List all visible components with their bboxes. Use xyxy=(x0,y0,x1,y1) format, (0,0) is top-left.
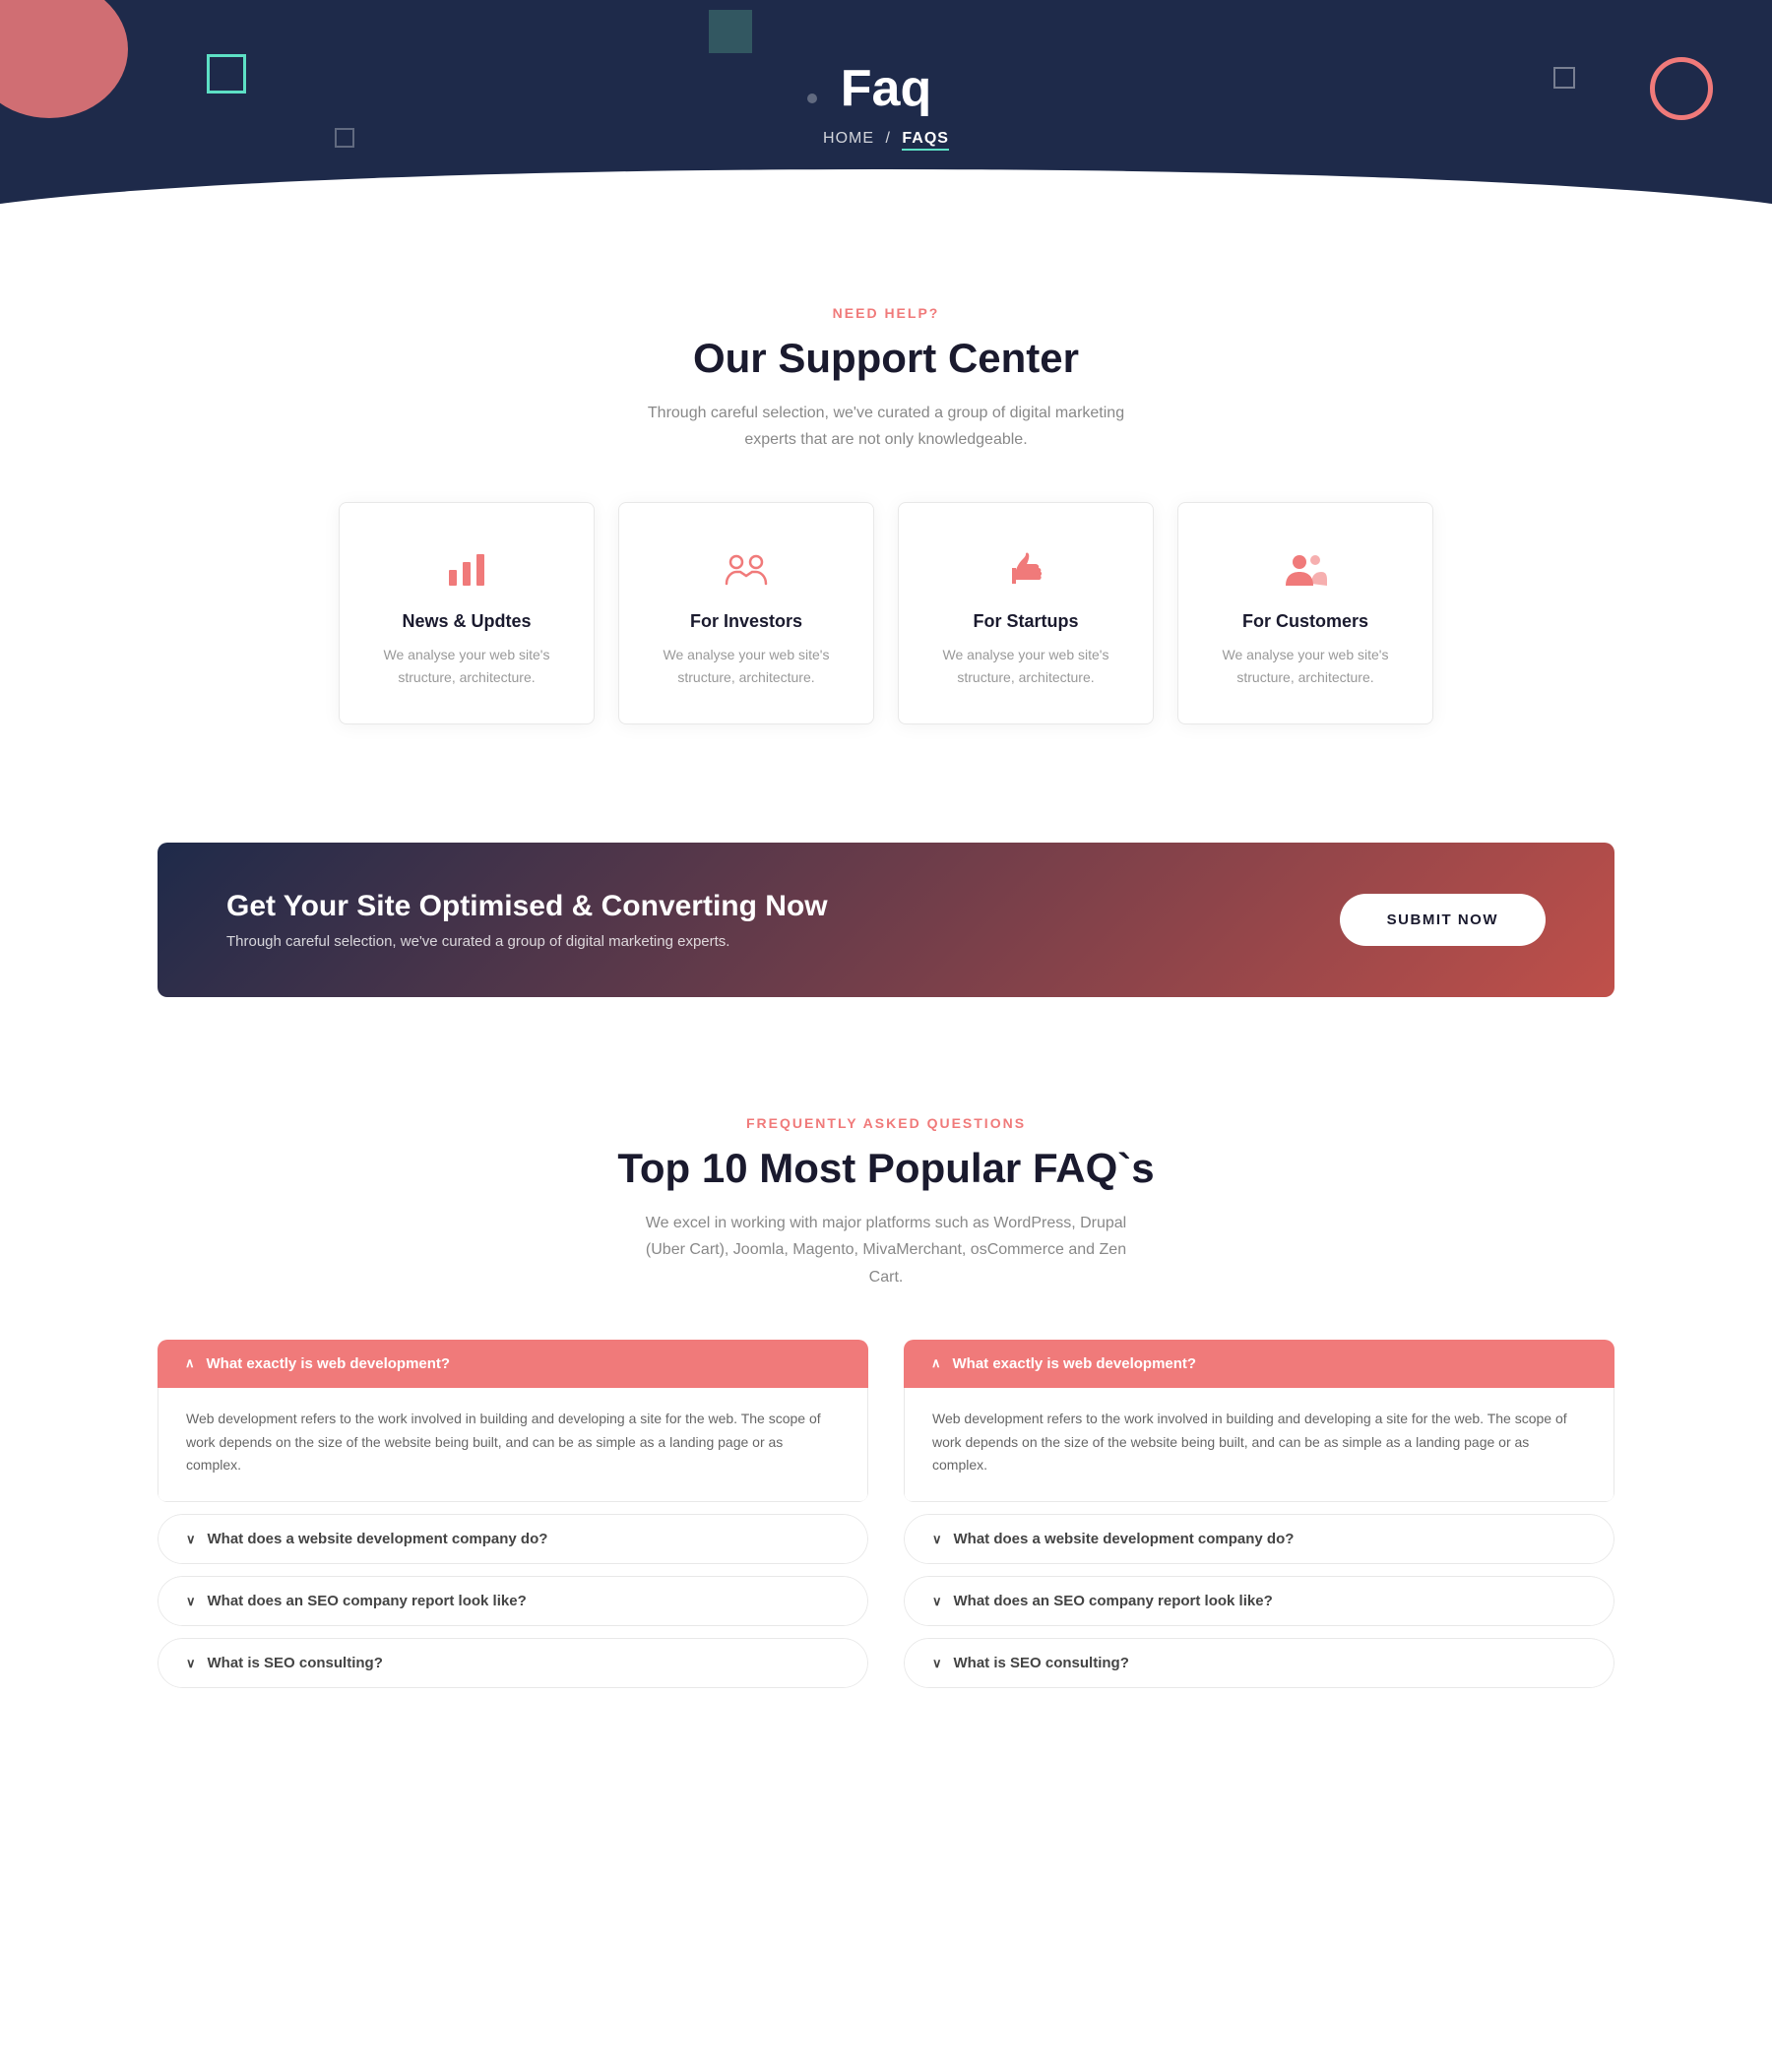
faq-item: ∨ What does an SEO company report look li… xyxy=(904,1576,1614,1626)
card-startups: For Startups We analyse your web site's … xyxy=(898,502,1154,724)
faq-question: What does an SEO company report look lik… xyxy=(208,1593,527,1609)
handshake-icon xyxy=(647,546,846,594)
support-eyebrow: NEED HELP? xyxy=(158,305,1614,321)
faq-answer: Web development refers to the work invol… xyxy=(904,1388,1614,1502)
faq-header[interactable]: ∨ What is SEO consulting? xyxy=(158,1638,868,1688)
breadcrumb-home[interactable]: HOME xyxy=(823,130,874,147)
faq-chevron-icon: ∨ xyxy=(186,1594,196,1609)
deco-dot xyxy=(807,94,817,103)
faq-item: ∧ What exactly is web development? Web dev… xyxy=(904,1340,1614,1502)
faq-question: What is SEO consulting? xyxy=(954,1655,1129,1671)
card-customers-title: For Customers xyxy=(1206,611,1405,632)
hero-header: Faq HOME / FAQS xyxy=(0,0,1772,226)
faq-eyebrow: FREQUENTLY ASKED QUESTIONS xyxy=(158,1115,1614,1131)
card-investors-desc: We analyse your web site's structure, ar… xyxy=(647,644,846,688)
faq-header[interactable]: ∨ What does a website development company… xyxy=(904,1514,1614,1564)
faq-desc: We excel in working with major platforms… xyxy=(640,1210,1132,1290)
breadcrumb: HOME / FAQS xyxy=(0,130,1772,148)
cta-subtext: Through careful selection, we've curated… xyxy=(226,933,1340,950)
faq-section: FREQUENTLY ASKED QUESTIONS Top 10 Most P… xyxy=(0,1056,1772,1779)
users-icon xyxy=(1206,546,1405,594)
faq-question: What does a website development company … xyxy=(208,1531,548,1547)
faq-chevron-icon: ∨ xyxy=(186,1532,196,1547)
faq-col-left: ∧ What exactly is web development? Web dev… xyxy=(158,1340,868,1700)
faq-title: Top 10 Most Popular FAQ`s xyxy=(158,1145,1614,1192)
support-section: NEED HELP? Our Support Center Through ca… xyxy=(0,226,1772,784)
bar-chart-icon xyxy=(367,546,566,594)
deco-square-dark xyxy=(709,10,752,53)
card-customers: For Customers We analyse your web site's… xyxy=(1177,502,1433,724)
card-investors-title: For Investors xyxy=(647,611,846,632)
faq-question: What does an SEO company report look lik… xyxy=(954,1593,1273,1609)
submit-now-button[interactable]: SUBMIT NOW xyxy=(1340,894,1546,946)
page-title: Faq xyxy=(0,59,1772,118)
faq-chevron-icon: ∧ xyxy=(185,1355,195,1371)
faq-chevron-icon: ∨ xyxy=(186,1656,196,1671)
faq-header[interactable]: ∨ What does a website development company… xyxy=(158,1514,868,1564)
faq-col-right: ∧ What exactly is web development? Web dev… xyxy=(904,1340,1614,1700)
faq-header[interactable]: ∨ What does an SEO company report look li… xyxy=(904,1576,1614,1626)
faq-header[interactable]: ∧ What exactly is web development? xyxy=(158,1340,868,1388)
card-news-title: News & Updtes xyxy=(367,611,566,632)
thumbsup-icon xyxy=(926,546,1125,594)
faq-item: ∧ What exactly is web development? Web dev… xyxy=(158,1340,868,1502)
faq-chevron-icon: ∨ xyxy=(932,1656,942,1671)
support-desc: Through careful selection, we've curated… xyxy=(640,400,1132,453)
cta-banner: Get Your Site Optimised & Converting Now… xyxy=(158,843,1614,997)
deco-circle-pink xyxy=(1650,57,1713,120)
faq-columns: ∧ What exactly is web development? Web dev… xyxy=(158,1340,1614,1700)
card-customers-desc: We analyse your web site's structure, ar… xyxy=(1206,644,1405,688)
cta-heading: Get Your Site Optimised & Converting Now xyxy=(226,890,1340,923)
faq-question: What exactly is web development? xyxy=(207,1355,451,1372)
faq-chevron-icon: ∧ xyxy=(931,1355,941,1371)
deco-square-teal xyxy=(207,54,246,94)
deco-square-outline-right xyxy=(1553,67,1575,89)
breadcrumb-separator: / xyxy=(885,130,890,147)
card-investors: For Investors We analyse your web site's… xyxy=(618,502,874,724)
faq-chevron-icon: ∨ xyxy=(932,1532,942,1547)
breadcrumb-current: FAQS xyxy=(902,130,949,151)
card-news: News & Updtes We analyse your web site's… xyxy=(339,502,595,724)
faq-item: ∨ What does a website development company… xyxy=(904,1514,1614,1564)
faq-header[interactable]: ∧ What exactly is web development? xyxy=(904,1340,1614,1388)
faq-item: ∨ What is SEO consulting? xyxy=(904,1638,1614,1688)
deco-square-small xyxy=(335,128,354,148)
faq-question: What exactly is web development? xyxy=(953,1355,1197,1372)
faq-question: What does a website development company … xyxy=(954,1531,1295,1547)
card-startups-desc: We analyse your web site's structure, ar… xyxy=(926,644,1125,688)
card-startups-title: For Startups xyxy=(926,611,1125,632)
support-title: Our Support Center xyxy=(158,335,1614,382)
faq-item: ∨ What does a website development company… xyxy=(158,1514,868,1564)
faq-chevron-icon: ∨ xyxy=(932,1594,942,1609)
faq-header[interactable]: ∨ What is SEO consulting? xyxy=(904,1638,1614,1688)
faq-answer: Web development refers to the work invol… xyxy=(158,1388,868,1502)
cards-row: News & Updtes We analyse your web site's… xyxy=(158,502,1614,724)
faq-question: What is SEO consulting? xyxy=(208,1655,383,1671)
faq-item: ∨ What does an SEO company report look li… xyxy=(158,1576,868,1626)
card-news-desc: We analyse your web site's structure, ar… xyxy=(367,644,566,688)
faq-header[interactable]: ∨ What does an SEO company report look li… xyxy=(158,1576,868,1626)
faq-item: ∨ What is SEO consulting? xyxy=(158,1638,868,1688)
cta-text-block: Get Your Site Optimised & Converting Now… xyxy=(226,890,1340,950)
